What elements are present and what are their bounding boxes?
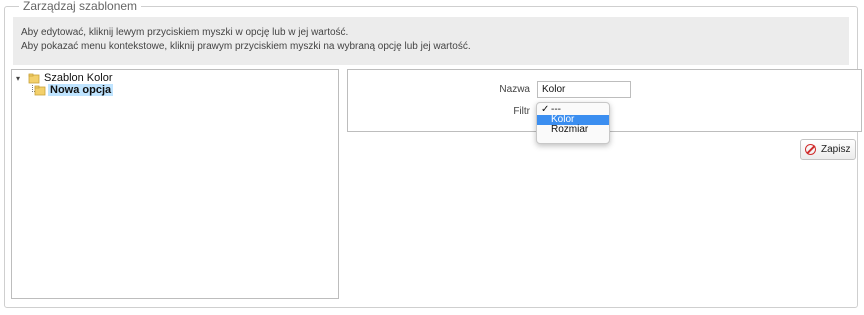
tree-node-label-selected[interactable]: Nowa opcja [48,84,114,96]
tree-panel: ▾ Szablon Kolor Nowa opcja [11,69,339,299]
filter-option-label: Rozmiar [551,124,589,135]
save-button[interactable]: Zapisz [800,139,856,160]
name-label: Nazwa [499,84,530,95]
cancel-circle-icon [805,144,816,155]
tree-node-child[interactable]: Nowa opcja [32,83,114,97]
info-box: Aby edytować, kliknij lewym przyciskiem … [13,17,849,65]
panel-title: Zarządzaj szablonem [19,0,142,13]
filter-label: Filtr [513,106,530,117]
info-line-edit: Aby edytować, kliknij lewym przyciskiem … [21,27,349,38]
save-button-label: Zapisz [821,144,851,155]
info-line-context-menu: Aby pokazać menu kontekstowe, kliknij pr… [21,41,471,52]
checkmark-icon: ✓ [541,104,550,115]
tree-collapse-toggle-icon[interactable]: ▾ [16,74,26,83]
filter-dropdown-menu[interactable]: ✓ --- Kolor Rozmiar [536,102,610,144]
folder-icon [34,85,46,96]
filter-option-rozmiar[interactable]: Rozmiar [537,125,609,135]
name-input[interactable] [537,81,631,98]
